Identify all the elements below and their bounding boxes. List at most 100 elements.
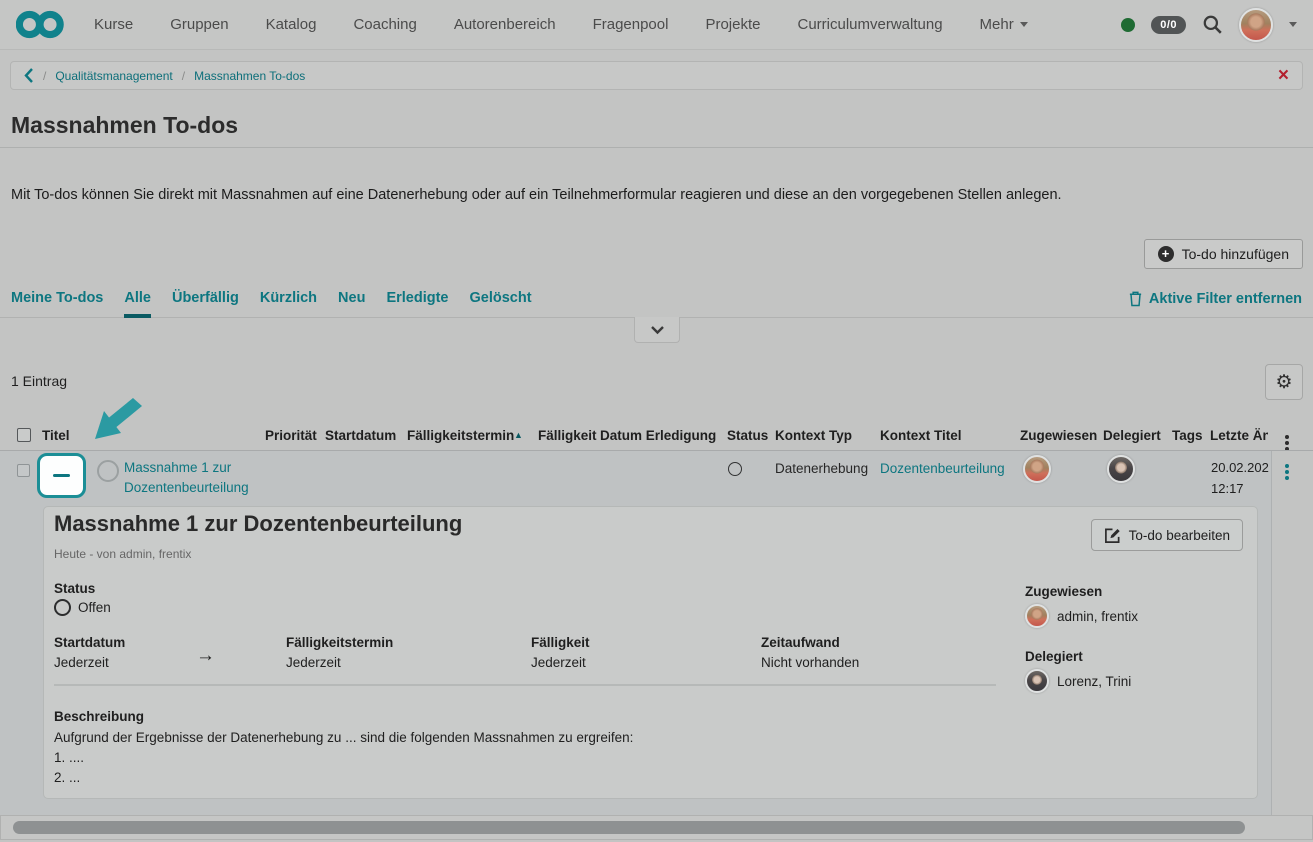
collapse-filters-button[interactable] — [634, 317, 680, 343]
tab-meine-todos[interactable]: Meine To-dos — [11, 290, 103, 314]
status-value: Offen — [78, 600, 111, 615]
horizontal-scrollbar[interactable] — [0, 815, 1313, 840]
plus-icon: + — [1158, 246, 1174, 262]
tab-alle[interactable]: Alle — [124, 290, 151, 318]
nav-item-mehr-label: Mehr — [980, 16, 1014, 33]
user-avatar[interactable] — [1239, 8, 1273, 42]
row-actions-gutter — [1271, 451, 1313, 815]
tab-geloescht[interactable]: Gelöscht — [470, 290, 532, 314]
panel-divider — [54, 684, 996, 686]
assigned-avatar[interactable] — [1025, 604, 1049, 628]
title-divider — [0, 147, 1313, 148]
nav-item-fragenpool[interactable]: Fragenpool — [593, 16, 669, 33]
row-checkbox[interactable] — [17, 464, 30, 477]
tab-neu[interactable]: Neu — [338, 290, 365, 314]
filter-tabs: Meine To-dos Alle Überfällig Kürzlich Ne… — [0, 290, 1313, 318]
nav-item-projekte[interactable]: Projekte — [705, 16, 760, 33]
nav-item-kurse[interactable]: Kurse — [94, 16, 133, 33]
col-kontext-typ[interactable]: Kontext Typ — [775, 428, 852, 443]
delegated-avatar[interactable] — [1107, 455, 1135, 483]
gear-icon: ⚙ — [1275, 371, 1292, 394]
col-zugewiesen[interactable]: Zugewiesen — [1020, 428, 1097, 443]
tab-erledigte[interactable]: Erledigte — [386, 290, 448, 314]
beschreibung-line: 1. .... — [54, 748, 633, 768]
nav-item-autorenbereich[interactable]: Autorenbereich — [454, 16, 556, 33]
delegiert-user: Lorenz, Trini — [1025, 669, 1131, 693]
zugewiesen-label: Zugewiesen — [1025, 584, 1102, 599]
todo-detail-panel: Massnahme 1 zur Dozentenbeurteilung Heut… — [43, 506, 1258, 799]
close-icon[interactable]: × — [1278, 66, 1289, 85]
nav-item-katalog[interactable]: Katalog — [266, 16, 317, 33]
col-tags[interactable]: Tags — [1172, 428, 1203, 443]
table-settings-button[interactable]: ⚙ — [1265, 364, 1303, 400]
user-menu-chevron-icon[interactable] — [1289, 22, 1297, 27]
zugewiesen-user: admin, frentix — [1025, 604, 1138, 628]
col-datum-erledigung[interactable]: Datum Erledigung — [600, 428, 716, 443]
zeitaufwand-value: Nicht vorhanden — [761, 655, 859, 670]
table-header: Titel Priorität Startdatum Fälligkeitste… — [0, 414, 1313, 450]
col-delegiert[interactable]: Delegiert — [1103, 428, 1161, 443]
select-all-checkbox[interactable] — [17, 428, 31, 442]
beschreibung-label: Beschreibung — [54, 709, 144, 724]
main-nav: Kurse Gruppen Katalog Coaching Autorenbe… — [94, 16, 1028, 33]
row-kontext-titel-link[interactable]: Dozentenbeurteilung — [880, 461, 1005, 476]
row-title-link[interactable]: Massnahme 1 zur Dozentenbeurteilung — [124, 458, 276, 499]
row-kontext-typ: Datenerhebung — [775, 461, 868, 476]
col-letzte-aenderung[interactable]: Letzte Än — [1210, 428, 1268, 443]
col-faelligkeitstermin[interactable]: Fälligkeitstermin — [407, 428, 514, 443]
table-row: Massnahme 1 zur Dozentenbeurteilung Date… — [0, 450, 1313, 815]
zeitaufwand-label: Zeitaufwand — [761, 635, 840, 650]
tab-kuerzlich[interactable]: Kürzlich — [260, 290, 317, 314]
col-kontext-titel[interactable]: Kontext Titel — [880, 428, 962, 443]
breadcrumb-massnahmen-todos[interactable]: Massnahmen To-dos — [194, 69, 305, 83]
chat-counter-badge[interactable]: 0/0 — [1151, 16, 1186, 34]
nav-item-mehr[interactable]: Mehr — [980, 16, 1028, 33]
nav-item-coaching[interactable]: Coaching — [353, 16, 416, 33]
edit-pencil-icon — [1104, 527, 1121, 544]
row-kebab-menu-icon[interactable] — [1285, 464, 1289, 468]
startdatum-value: Jederzeit — [54, 655, 109, 670]
back-chevron-icon[interactable] — [24, 67, 34, 84]
zugewiesen-name: admin, frentix — [1057, 609, 1138, 624]
arrow-right-icon: → — [196, 645, 215, 667]
col-status[interactable]: Status — [727, 428, 768, 443]
breadcrumb: / Qualitätsmanagement / Massnahmen To-do… — [10, 61, 1303, 90]
breadcrumb-qualitaetsmanagement[interactable]: Qualitätsmanagement — [55, 69, 172, 83]
tab-ueberfaellig[interactable]: Überfällig — [172, 290, 239, 314]
nav-item-gruppen[interactable]: Gruppen — [170, 16, 228, 33]
todo-check-circle[interactable] — [97, 460, 119, 482]
faelligkeitstermin-label: Fälligkeitstermin — [286, 635, 393, 650]
col-faelligkeit[interactable]: Fälligkeit — [538, 428, 597, 443]
search-icon[interactable] — [1202, 14, 1223, 35]
status-label: Status — [54, 581, 95, 596]
beschreibung-line: 2. ... — [54, 768, 633, 788]
status-open-icon — [728, 462, 742, 476]
col-prioritaet[interactable]: Priorität — [265, 428, 317, 443]
navbar-right-cluster: 0/0 — [1121, 8, 1297, 42]
col-titel[interactable]: Titel — [42, 428, 70, 443]
scrollbar-thumb[interactable] — [13, 821, 1245, 834]
row-last-changed: 20.02.202 12:17 — [1211, 457, 1269, 500]
delegiert-label: Delegiert — [1025, 649, 1083, 664]
add-todo-button[interactable]: + To-do hinzufügen — [1144, 239, 1303, 269]
startdatum-label: Startdatum — [54, 635, 125, 650]
faelligkeit-value: Jederzeit — [531, 655, 586, 670]
online-status-dot — [1121, 18, 1135, 32]
clear-filters-label: Aktive Filter entfernen — [1149, 291, 1302, 307]
detail-meta: Heute - von admin, frentix — [54, 547, 191, 561]
trash-icon — [1128, 290, 1143, 307]
minus-icon — [53, 474, 70, 477]
delegated-avatar[interactable] — [1025, 669, 1049, 693]
sort-asc-icon[interactable]: ▲ — [514, 430, 523, 440]
clear-filters-link[interactable]: Aktive Filter entfernen — [1128, 290, 1302, 307]
edit-todo-button[interactable]: To-do bearbeiten — [1091, 519, 1243, 551]
beschreibung-line: Aufgrund der Ergebnisse der Datenerhebun… — [54, 728, 633, 748]
entry-count: 1 Eintrag — [11, 373, 67, 389]
detail-title: Massnahme 1 zur Dozentenbeurteilung — [54, 511, 462, 537]
nav-item-curriculumverwaltung[interactable]: Curriculumverwaltung — [797, 16, 942, 33]
openolat-logo-icon[interactable] — [16, 10, 64, 39]
header-kebab-menu-icon[interactable] — [1285, 435, 1289, 439]
collapse-row-button[interactable] — [37, 453, 86, 498]
assigned-avatar[interactable] — [1023, 455, 1051, 483]
col-startdatum[interactable]: Startdatum — [325, 428, 396, 443]
